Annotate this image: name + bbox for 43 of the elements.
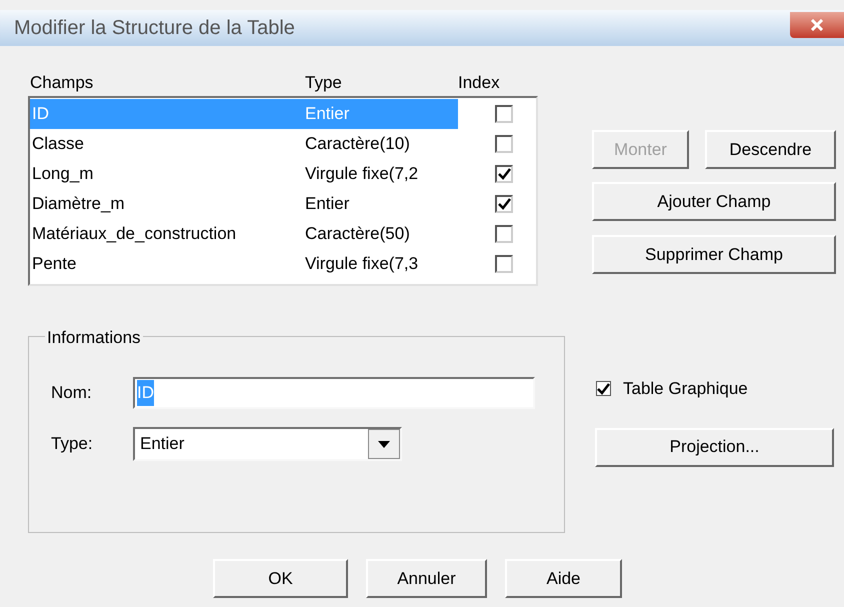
field-type: Virgule fixe(7,2: [305, 163, 418, 186]
list-row[interactable]: Matériaux_de_construction Caractère(50): [30, 219, 458, 249]
list-row[interactable]: Long_m Virgule fixe(7,2: [30, 159, 458, 189]
index-checkbox[interactable]: [495, 255, 513, 273]
field-name: Diamètre_m: [31, 193, 126, 216]
column-header: Champs: [29, 72, 94, 94]
field-name: ID: [31, 103, 50, 126]
field-name: Pente: [31, 253, 78, 276]
column-header: Index: [458, 72, 501, 94]
caret-icon: [378, 440, 390, 448]
dialog-button[interactable]: Descendre: [705, 130, 836, 169]
list-row[interactable]: Classe Caractère(10): [30, 129, 458, 159]
index-checkbox[interactable]: [495, 135, 513, 153]
field-type: Caractère(10): [305, 133, 410, 156]
field-type: Caractère(50): [305, 223, 410, 246]
index-checkbox[interactable]: [495, 225, 513, 243]
close-button[interactable]: [790, 12, 844, 38]
field-name: Matériaux_de_construction: [31, 223, 238, 246]
field-type: Virgule fixe(7,3: [305, 253, 418, 276]
type-dropdown[interactable]: Entier: [133, 427, 402, 461]
checkbox-label: Table Graphique: [623, 378, 748, 400]
dialog-button[interactable]: OK: [213, 559, 348, 598]
dialog-button[interactable]: Supprimer Champ: [592, 235, 836, 274]
field-label: Nom:: [51, 382, 93, 404]
field-name: Classe: [31, 133, 85, 156]
dialog-button[interactable]: Ajouter Champ: [592, 182, 836, 221]
field-name: Long_m: [31, 163, 94, 186]
field-label: Type:: [51, 433, 94, 456]
index-checkbox[interactable]: [495, 165, 513, 183]
window-title: Modifier la Structure de la Table: [14, 16, 295, 41]
column-header: Type: [305, 72, 343, 94]
index-checkbox[interactable]: [495, 195, 513, 213]
list-row[interactable]: Diamètre_m Entier: [30, 189, 458, 219]
dialog-button[interactable]: Aide: [505, 559, 622, 598]
close-icon: [810, 19, 824, 31]
field-type: Entier: [305, 103, 350, 126]
projection-button[interactable]: Projection...: [595, 428, 834, 466]
dialog-button[interactable]: Annuler: [366, 559, 487, 598]
index-checkbox[interactable]: [495, 105, 513, 123]
field-type: Entier: [305, 193, 350, 216]
list-row[interactable]: Pente Virgule fixe(7,3: [30, 249, 458, 279]
dropdown-button[interactable]: [368, 429, 400, 459]
checkbox[interactable]: [596, 381, 611, 396]
